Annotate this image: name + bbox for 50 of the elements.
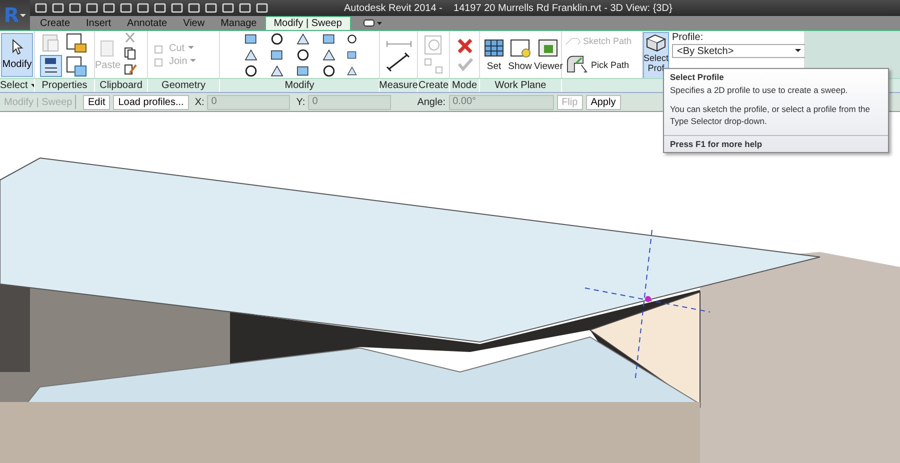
help-hint: Press F1 for more help [664, 135, 888, 150]
option-button[interactable]: Edit [83, 94, 110, 110]
lightbulb-icon [508, 37, 532, 59]
field-label: X: [194, 96, 204, 108]
brush-icon[interactable] [122, 62, 137, 76]
properties-icon[interactable] [40, 55, 62, 77]
panel-title[interactable]: Create [418, 80, 448, 91]
panel-title[interactable]: Modify [284, 80, 314, 91]
select-profile-button[interactable]: Select Prof [643, 32, 669, 78]
work-plane-button[interactable]: Set [482, 37, 506, 72]
work-plane-button[interactable]: Viewer [534, 37, 563, 72]
family-folder-icon[interactable] [65, 32, 87, 54]
tooltip-title: Select Profile [670, 72, 725, 82]
field-label: Y: [296, 96, 306, 108]
option-button[interactable]: Load profiles... [113, 94, 189, 110]
checkmark-icon[interactable] [456, 56, 474, 72]
context-label: Modify | Sweep [4, 96, 72, 108]
panel-toggle-icon[interactable] [362, 18, 383, 28]
ribbon-tab[interactable]: Insert [78, 16, 120, 30]
ribbon-tab[interactable]: Manage [212, 16, 265, 30]
panel-title[interactable]: Properties [42, 80, 88, 91]
ribbon-tab[interactable]: Annotate [119, 16, 176, 30]
work-plane-button[interactable]: Show [508, 37, 532, 72]
profile-label: Profile: [672, 32, 704, 43]
window-tiles-icon[interactable] [65, 55, 87, 77]
ribbon-tab[interactable]: Create [32, 16, 78, 30]
cancel-icon[interactable] [456, 37, 474, 55]
caret-icon [190, 59, 196, 63]
window-icon [536, 37, 560, 59]
window-title: Autodesk Revit 2014 - 14197 20 Murrells Rd Franklin.rvt - 3D View: {3D} [344, 2, 672, 14]
caret-icon [795, 49, 801, 53]
panel-title[interactable]: Clipboard [100, 80, 142, 91]
modify-button[interactable]: Modify [1, 32, 33, 76]
ribbon-tab[interactable]: View [175, 16, 213, 30]
tooltip-text: Specifies a 2D profile to use to create a sweep. [670, 85, 849, 96]
apply-button[interactable]: Apply [586, 94, 621, 110]
panel-title[interactable]: Work Plane [494, 80, 546, 91]
pick-path-button[interactable]: Pick Path [564, 53, 630, 77]
panel-title[interactable]: Measure [379, 80, 418, 91]
field-label: Angle: [417, 96, 446, 108]
panel-title[interactable]: Select [0, 80, 28, 91]
caret-icon [188, 46, 194, 50]
profile-dropdown[interactable]: <By Sketch> [672, 44, 806, 58]
tooltip-text: You can sketch the profile, or select a profile from the Type Selector drop-down. [670, 104, 872, 128]
ribbon-tab[interactable]: Modify | Sweep [264, 16, 351, 30]
panel-title[interactable]: Geometry [162, 80, 206, 91]
cursor-icon [10, 39, 24, 55]
grid-icon [482, 37, 506, 59]
panel-title[interactable]: Mode [452, 80, 477, 91]
caret-icon[interactable] [30, 84, 34, 88]
